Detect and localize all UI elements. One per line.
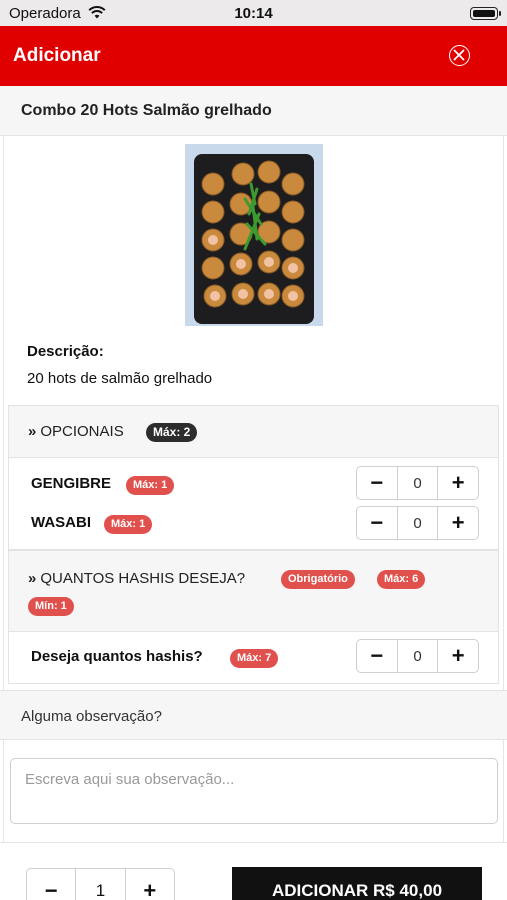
footer-divider <box>0 842 507 843</box>
gengibre-quantity: 0 <box>396 467 439 499</box>
close-icon[interactable] <box>449 45 470 66</box>
wasabi-stepper: − 0 + <box>356 506 479 540</box>
status-bar: Operadora 10:14 <box>0 0 507 26</box>
description-label: Descrição: <box>27 343 104 360</box>
observation-title: Alguma observação? <box>21 708 162 725</box>
hashis-quantity: 0 <box>396 640 439 672</box>
header-title: Adicionar <box>13 45 101 66</box>
quantity-value: 1 <box>75 869 126 900</box>
minus-icon: − <box>370 643 384 668</box>
section-opcionais: » OPCIONAIS Máx: 2 <box>8 405 499 458</box>
option-badge-wasabi: Máx: 1 <box>104 515 153 534</box>
option-badge-gengibre: Máx: 1 <box>126 476 175 495</box>
add-button-label: ADICIONAR R$ 40,00 <box>271 881 443 900</box>
hashis-title: QUANTOS HASHIS DESEJA? <box>40 570 246 587</box>
plus-icon: + <box>451 510 465 535</box>
quantity-stepper: − 1 + <box>26 868 175 900</box>
minus-icon: − <box>44 878 58 900</box>
option-label-wasabi: WASABI <box>31 514 91 531</box>
hashis-row: Deseja quantos hashis? Máx: 7 − 0 + <box>8 632 499 684</box>
chevron-right-icon: » <box>28 423 37 440</box>
section-hashis: » QUANTOS HASHIS DESEJA? Obrigatório Máx:… <box>8 550 499 632</box>
add-to-cart-button[interactable]: ADICIONAR R$ 40,00 <box>232 867 482 900</box>
wasabi-plus-button[interactable]: + <box>438 507 478 539</box>
quantity-plus-button[interactable]: + <box>126 869 174 900</box>
app-header: Adicionar <box>0 26 507 86</box>
hashis-item-badge: Máx: 7 <box>230 649 279 668</box>
hashis-minus-button[interactable]: − <box>357 640 397 672</box>
product-title-bar: Combo 20 Hots Salmão grelhado <box>0 86 507 136</box>
hashis-min-badge: Mín: 1 <box>28 597 74 616</box>
plus-icon: + <box>451 470 465 495</box>
opcionais-max-badge: Máx: 2 <box>146 423 198 442</box>
opcionais-list: GENGIBRE Máx: 1 − 0 + WASABI Máx: 1 − 0 … <box>8 458 499 550</box>
chevron-right-icon: » <box>28 570 37 587</box>
option-label-gengibre: GENGIBRE <box>31 475 112 492</box>
hashis-stepper: − 0 + <box>356 639 479 673</box>
product-title: Combo 20 Hots Salmão grelhado <box>21 102 272 119</box>
opcionais-title: OPCIONAIS <box>40 423 124 440</box>
gengibre-minus-button[interactable]: − <box>357 467 397 499</box>
observation-header: Alguma observação? <box>0 690 507 740</box>
hashis-question: Deseja quantos hashis? <box>31 648 203 665</box>
minus-icon: − <box>370 470 384 495</box>
wasabi-quantity: 0 <box>396 507 439 539</box>
battery-icon <box>470 7 501 20</box>
hashis-plus-button[interactable]: + <box>438 640 478 672</box>
product-image <box>185 144 323 326</box>
plus-icon: + <box>451 643 465 668</box>
required-badge: Obrigatório <box>281 570 355 589</box>
observation-input[interactable] <box>10 758 498 824</box>
gengibre-stepper: − 0 + <box>356 466 479 500</box>
description-text: 20 hots de salmão grelhado <box>27 370 213 387</box>
plus-icon: + <box>143 878 157 900</box>
hashis-max-badge: Máx: 6 <box>377 570 426 589</box>
wasabi-minus-button[interactable]: − <box>357 507 397 539</box>
gengibre-plus-button[interactable]: + <box>438 467 478 499</box>
quantity-minus-button[interactable]: − <box>27 869 75 900</box>
clock: 10:14 <box>234 5 273 22</box>
minus-icon: − <box>370 510 384 535</box>
